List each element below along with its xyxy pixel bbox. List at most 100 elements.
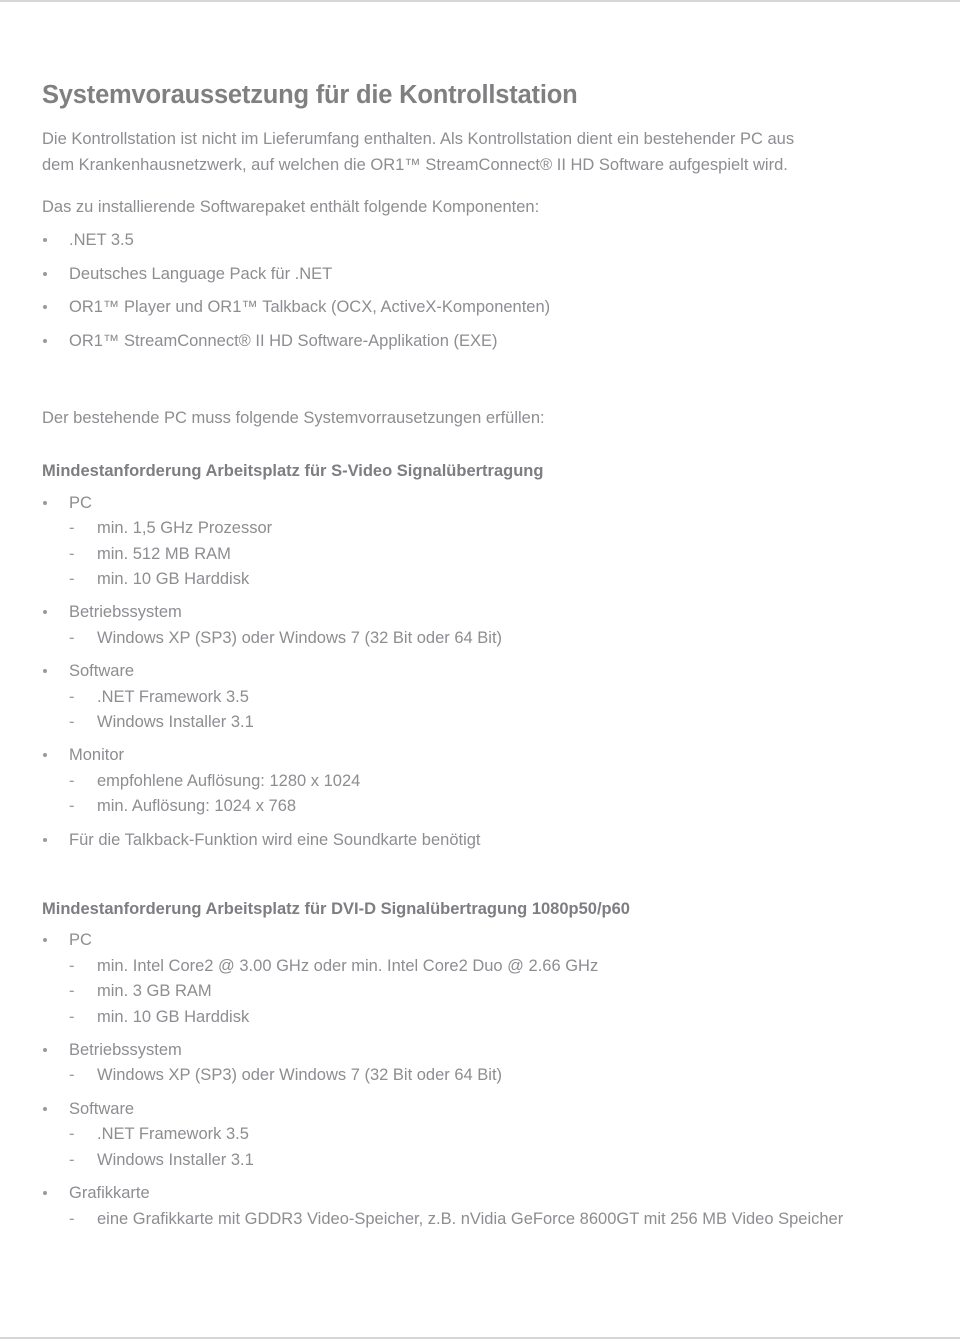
bullet-dot-icon (43, 338, 47, 343)
section-heading-s-video: Mindestanforderung Arbeitsplatz für S-Vi… (42, 462, 544, 481)
sub-list: - .NET Framework 3.5 - Windows Installer… (69, 685, 842, 736)
list-item-label: PC (69, 493, 92, 512)
dash-marker-icon: - (69, 982, 75, 1001)
dash-marker-icon: - (69, 569, 75, 588)
dash-marker-icon: - (69, 544, 75, 563)
sub-list-item-label: empfohlene Auflösung: 1280 x 1024 (97, 771, 361, 790)
page-bottom-rule (0, 1337, 960, 1339)
sub-list-item: - min. 10 GB Harddisk (69, 567, 842, 592)
sub-list-item-label: min. 1,5 GHz Prozessor (97, 519, 273, 538)
dash-marker-icon: - (69, 1150, 75, 1169)
sub-list-item: - min. 1,5 GHz Prozessor (69, 516, 842, 541)
sub-list-item: - Windows XP (SP3) oder Windows 7 (32 Bi… (69, 1063, 842, 1088)
list-item-soundcard: Für die Talkback-Funktion wird eine Soun… (42, 828, 842, 853)
package-intro-paragraph: Das zu installierende Softwarepaket enth… (42, 197, 540, 216)
list-item-label: Software (69, 1099, 135, 1118)
list-item-label: .NET 3.5 (69, 231, 134, 250)
sub-list: - min. 1,5 GHz Prozessor - min. 512 MB R… (69, 516, 842, 592)
list-item-label: Deutsches Language Pack für .NET (69, 264, 333, 283)
s-video-requirements-list: PC - min. 1,5 GHz Prozessor - min. 512 M… (42, 491, 842, 853)
dash-marker-icon: - (69, 713, 75, 732)
sub-list-item: - min. 10 GB Harddisk (69, 1005, 842, 1030)
document-page: Systemvoraussetzung für die Kontrollstat… (42, 0, 843, 1232)
list-item-label: Grafikkarte (69, 1184, 150, 1203)
sub-list: - Windows XP (SP3) oder Windows 7 (32 Bi… (69, 1063, 842, 1088)
sub-list-item-label: Windows Installer 3.1 (97, 1150, 254, 1169)
list-item: OR1™ StreamConnect® II HD Software-Appli… (42, 329, 842, 354)
list-item-label: Betriebssystem (69, 1041, 182, 1060)
list-item-label: OR1™ Player und OR1™ Talkback (OCX, Acti… (69, 298, 551, 317)
sub-list-item-label: Windows XP (SP3) oder Windows 7 (32 Bit … (97, 628, 503, 647)
intro-paragraph: Die Kontrollstation ist nicht im Lieferu… (42, 130, 795, 174)
sub-list-item-label: min. Auflösung: 1024 x 768 (97, 797, 297, 816)
list-item-graphics-card: Grafikkarte - eine Grafikkarte mit GDDR3… (42, 1181, 843, 1232)
dash-marker-icon: - (69, 1125, 75, 1144)
sub-list-item-label: .NET Framework 3.5 (97, 1125, 249, 1144)
bullet-dot-icon (43, 305, 47, 310)
bullet-dot-icon (43, 1048, 47, 1053)
sub-list-item: - min. 512 MB RAM (69, 542, 842, 567)
list-item-operating-system: Betriebssystem - Windows XP (SP3) oder W… (42, 1038, 842, 1089)
list-item-label: Monitor (69, 746, 125, 765)
sub-list-item-label: eine Grafikkarte mit GDDR3 Video-Speiche… (97, 1209, 844, 1228)
list-item-label: Für die Talkback-Funktion wird eine Soun… (69, 830, 481, 849)
list-item-pc: PC - min. Intel Core2 @ 3.00 GHz oder mi… (42, 928, 842, 1030)
sub-list-item-label: min. 3 GB RAM (97, 982, 212, 1001)
sub-list-item-label: min. Intel Core2 @ 3.00 GHz oder min. In… (97, 956, 599, 975)
bullet-dot-icon (43, 669, 47, 674)
sub-list-item: - Windows XP (SP3) oder Windows 7 (32 Bi… (69, 626, 842, 651)
sub-list-item: - min. Auflösung: 1024 x 768 (69, 794, 842, 819)
section-heading-dvi-d: Mindestanforderung Arbeitsplatz für DVI-… (42, 900, 630, 919)
sub-list-item: - eine Grafikkarte mit GDDR3 Video-Speic… (69, 1207, 857, 1232)
sub-list-item: - .NET Framework 3.5 (69, 1122, 842, 1147)
sub-list: - Windows XP (SP3) oder Windows 7 (32 Bi… (69, 626, 842, 651)
list-item: OR1™ Player und OR1™ Talkback (OCX, Acti… (42, 295, 842, 320)
sub-list-item: - .NET Framework 3.5 (69, 685, 842, 710)
list-item-monitor: Monitor - empfohlene Auflösung: 1280 x 1… (42, 743, 842, 819)
dash-marker-icon: - (69, 1066, 75, 1085)
bullet-dot-icon (43, 1106, 47, 1111)
list-item-label: Betriebssystem (69, 603, 182, 622)
list-item-software: Software - .NET Framework 3.5 - Windows … (42, 1097, 842, 1173)
dash-marker-icon: - (69, 519, 75, 538)
sub-list-item: - Windows Installer 3.1 (69, 710, 842, 735)
sub-list-item-label: min. 512 MB RAM (97, 544, 231, 563)
list-item-operating-system: Betriebssystem - Windows XP (SP3) oder W… (42, 600, 842, 651)
sub-list-item: - empfohlene Auflösung: 1280 x 1024 (69, 769, 842, 794)
bullet-dot-icon (43, 500, 47, 505)
dvi-d-requirements-list: PC - min. Intel Core2 @ 3.00 GHz oder mi… (42, 928, 843, 1232)
dash-marker-icon: - (69, 771, 75, 790)
sub-list-item: - min. Intel Core2 @ 3.00 GHz oder min. … (69, 954, 842, 979)
sub-list: - min. Intel Core2 @ 3.00 GHz oder min. … (69, 954, 842, 1030)
sub-list-item-label: min. 10 GB Harddisk (97, 1007, 250, 1026)
sub-list-item: - min. 3 GB RAM (69, 979, 842, 1004)
sub-list-item-label: .NET Framework 3.5 (97, 687, 249, 706)
list-item-label: OR1™ StreamConnect® II HD Software-Appli… (69, 331, 498, 350)
sub-list: - .NET Framework 3.5 - Windows Installer… (69, 1122, 842, 1173)
dash-marker-icon: - (69, 1209, 75, 1228)
dash-marker-icon: - (69, 687, 75, 706)
list-item-pc: PC - min. 1,5 GHz Prozessor - min. 512 M… (42, 491, 842, 593)
sub-list: - eine Grafikkarte mit GDDR3 Video-Speic… (69, 1207, 843, 1232)
sub-list-item-label: Windows Installer 3.1 (97, 713, 254, 732)
list-item: Deutsches Language Pack für .NET (42, 262, 842, 287)
dash-marker-icon: - (69, 956, 75, 975)
page-title: Systemvoraussetzung für die Kontrollstat… (42, 81, 578, 109)
list-item: .NET 3.5 (42, 228, 842, 253)
requirements-intro-paragraph: Der bestehende PC muss folgende Systemvo… (42, 408, 545, 427)
list-item-label: Software (69, 662, 135, 681)
